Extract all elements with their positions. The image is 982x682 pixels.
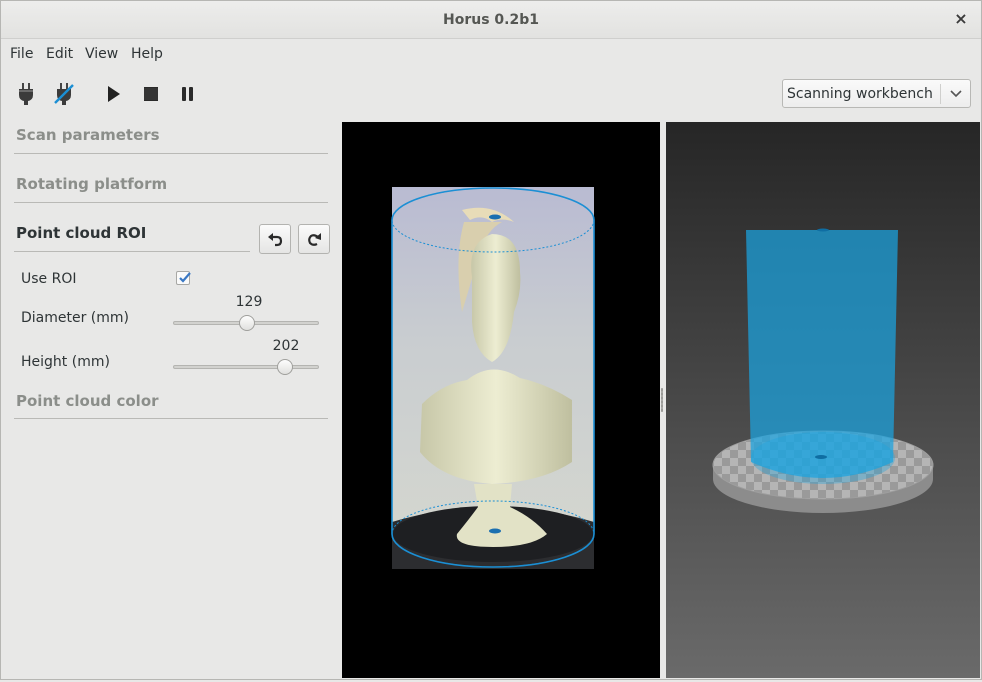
section-point-cloud-roi[interactable]: Point cloud ROI: [16, 224, 146, 242]
camera-view[interactable]: [342, 122, 660, 678]
play-button[interactable]: [100, 81, 126, 107]
disconnect-button[interactable]: [51, 81, 77, 107]
section-rotating-platform[interactable]: Rotating platform: [16, 175, 167, 193]
stop-icon: [144, 87, 158, 101]
redo-icon: [308, 233, 321, 246]
height-slider[interactable]: [173, 359, 319, 375]
menu-file[interactable]: File: [10, 46, 33, 62]
height-label: Height (mm): [21, 354, 110, 370]
divider: [14, 202, 328, 203]
camera-image: [391, 187, 595, 569]
control-panel: Scan parameters Rotating platform Point …: [1, 119, 341, 681]
titlebar[interactable]: Horus 0.2b1 ×: [1, 1, 981, 39]
use-roi-checkbox[interactable]: [176, 271, 191, 285]
dropdown-separator: [940, 84, 941, 104]
pause-icon: [182, 87, 193, 101]
divider: [14, 153, 328, 154]
scene-3d-view[interactable]: [666, 122, 980, 678]
menu-edit[interactable]: Edit: [46, 46, 73, 62]
section-point-cloud-color[interactable]: Point cloud color: [16, 392, 159, 410]
chevron-down-icon: [950, 90, 962, 98]
connect-icon: [19, 83, 33, 105]
connect-button[interactable]: [13, 81, 39, 107]
play-icon: [108, 86, 120, 102]
pause-button[interactable]: [175, 81, 201, 107]
section-scan-parameters[interactable]: Scan parameters: [16, 126, 160, 144]
undo-button[interactable]: [259, 224, 291, 254]
diameter-label: Diameter (mm): [21, 310, 130, 326]
workbench-dropdown[interactable]: Scanning workbench: [782, 79, 971, 108]
redo-button[interactable]: [298, 224, 330, 254]
height-value: 202: [272, 338, 300, 354]
divider: [14, 418, 328, 419]
diameter-slider[interactable]: [173, 315, 319, 331]
checkmark-icon: [179, 272, 191, 283]
undo-icon: [268, 233, 283, 247]
workbench-selected-value: Scanning workbench: [787, 86, 933, 102]
window-title: Horus 0.2b1: [443, 12, 539, 28]
app-window: Horus 0.2b1 × File Edit View Help Scanni…: [0, 0, 982, 680]
disconnect-icon: [54, 83, 74, 105]
scene-3d-canvas: [712, 228, 934, 513]
height-slider-thumb[interactable]: [276, 359, 293, 375]
diameter-slider-thumb[interactable]: [239, 315, 256, 331]
menu-view[interactable]: View: [85, 46, 118, 62]
diameter-value: 129: [235, 294, 263, 310]
stop-button[interactable]: [138, 81, 164, 107]
menu-help[interactable]: Help: [131, 46, 163, 62]
close-button[interactable]: ×: [953, 10, 969, 28]
divider: [14, 251, 250, 252]
use-roi-label: Use ROI: [21, 271, 77, 287]
splitter-grip[interactable]: [661, 388, 663, 412]
menubar: File Edit View Help: [1, 39, 981, 69]
